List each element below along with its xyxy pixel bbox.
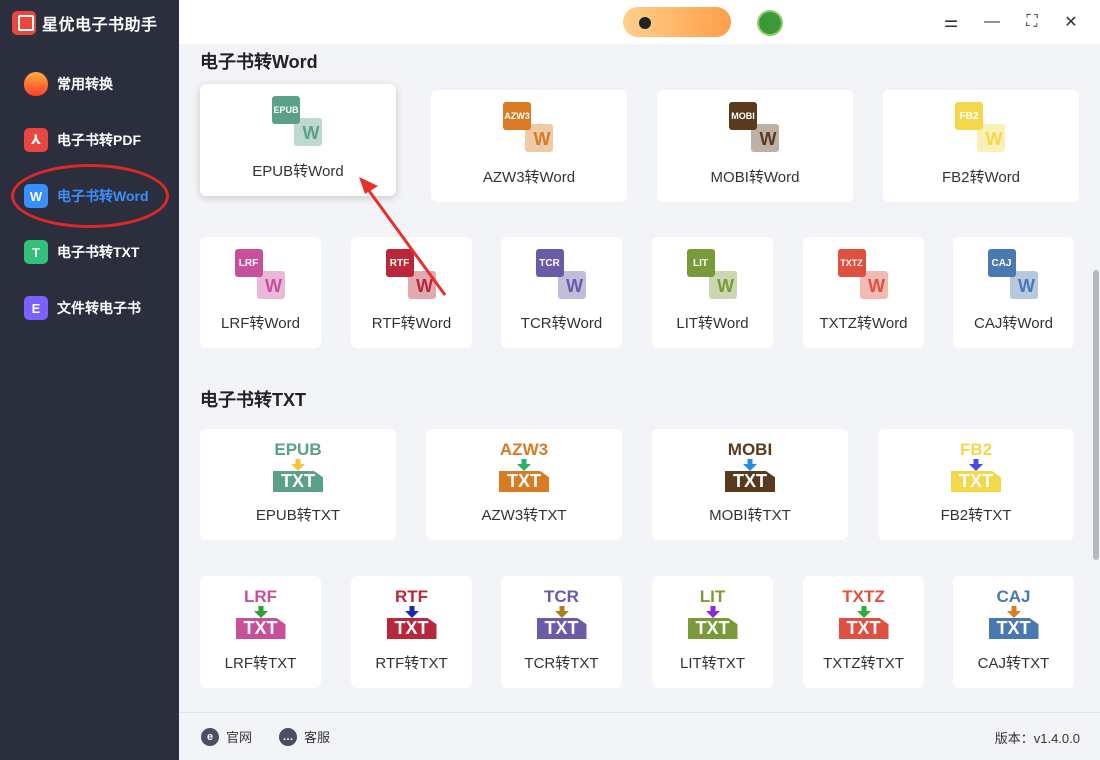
card-label: MOBI转TXT: [709, 507, 791, 524]
txt-card[interactable]: RTF TXT RTF转TXT: [351, 576, 472, 688]
section-title-txt: 电子书转TXT: [200, 390, 306, 410]
card-label: RTF转Word: [371, 315, 452, 332]
service-label: 客服: [304, 730, 331, 745]
sidebar-item-3[interactable]: T 电子书转TXT: [0, 224, 179, 280]
txt-card[interactable]: TCR TXT TCR转TXT: [501, 576, 622, 688]
website-label: 官网: [226, 730, 253, 745]
txt-card[interactable]: CAJ TXT CAJ转TXT: [953, 576, 1074, 688]
sidebar-item-label: 电子书转Word: [57, 188, 149, 204]
word-icon: W: [24, 184, 48, 208]
card-label: TCR转Word: [520, 315, 603, 332]
card-label: FB2转Word: [941, 169, 1021, 186]
main-content: 电子书转Word 电子书转TXT EPUB W EPUB转Word AZW3 W AZW3…: [179, 44, 1092, 712]
word-card[interactable]: RTF W RTF转Word: [351, 237, 472, 348]
word-card[interactable]: LIT W LIT转Word: [652, 237, 773, 348]
txt-card[interactable]: TXTZ TXT TXTZ转TXT: [803, 576, 924, 688]
sidebar-item-label: 文件转电子书: [57, 300, 141, 316]
card-label: MOBI转Word: [710, 169, 800, 186]
app-brand: 星优电子书助手: [12, 10, 158, 36]
txt-card[interactable]: FB2 TXT FB2转TXT: [878, 429, 1074, 540]
card-label: LRF转Word: [221, 315, 300, 332]
word-card[interactable]: FB2 W FB2转Word: [883, 90, 1079, 202]
sidebar-item-label: 电子书转PDF: [57, 132, 141, 148]
maximize-button[interactable]: ⛶: [1022, 12, 1042, 32]
card-label: CAJ转TXT: [977, 655, 1050, 672]
word-card[interactable]: TXTZ W TXTZ转Word: [803, 237, 924, 348]
card-label: LRF转TXT: [224, 655, 297, 672]
word-card[interactable]: TCR W TCR转Word: [501, 237, 622, 348]
app-title: 星优电子书助手: [42, 17, 158, 34]
card-label: EPUB转TXT: [255, 507, 341, 524]
format-to-word-icon: AZW3 W: [503, 102, 555, 152]
format-to-txt-icon: AZW3 TXT: [499, 440, 549, 492]
format-to-word-icon: MOBI W: [729, 102, 781, 152]
format-to-txt-icon: CAJ TXT: [987, 587, 1041, 643]
card-label: LIT转TXT: [679, 655, 745, 672]
user-avatar[interactable]: [757, 10, 783, 36]
pdf-icon: ⅄: [24, 128, 48, 152]
txt-card[interactable]: LIT TXT LIT转TXT: [652, 576, 773, 688]
close-button[interactable]: ✕: [1061, 12, 1081, 32]
txt-icon: T: [24, 240, 48, 264]
word-card[interactable]: CAJ W CAJ转Word: [953, 237, 1074, 348]
flame-icon: [24, 72, 48, 96]
format-to-txt-icon: TXTZ TXT: [837, 587, 891, 643]
card-label: TXTZ转Word: [819, 315, 908, 332]
sidebar-item-1[interactable]: ⅄ 电子书转PDF: [0, 112, 179, 168]
word-card[interactable]: AZW3 W AZW3转Word: [431, 90, 627, 202]
section-title-word: 电子书转Word: [200, 52, 318, 72]
customer-service-link[interactable]: … 客服: [279, 727, 330, 746]
card-label: TCR转TXT: [524, 655, 599, 672]
txt-card[interactable]: EPUB TXT EPUB转TXT: [200, 429, 396, 540]
sidebar-item-4[interactable]: E 文件转电子书: [0, 280, 179, 336]
minimize-button[interactable]: —: [982, 12, 1002, 32]
scrollbar-thumb[interactable]: [1093, 270, 1099, 560]
format-to-word-icon: TCR W: [535, 249, 588, 299]
format-to-word-icon: LRF W: [234, 249, 287, 299]
word-card[interactable]: EPUB W EPUB转Word: [200, 84, 396, 196]
sidebar-item-label: 常用转换: [57, 76, 113, 92]
website-link[interactable]: e 官网: [201, 727, 252, 746]
format-to-word-icon: TXTZ W: [837, 249, 890, 299]
sidebar: 星优电子书助手 常用转换 ⅄ 电子书转PDF W 电子书转Word T 电子书转TXT E 文件…: [0, 0, 179, 760]
card-label: RTF转TXT: [375, 655, 448, 672]
promo-button[interactable]: [623, 7, 731, 37]
word-card[interactable]: MOBI W MOBI转Word: [657, 90, 853, 202]
txt-card[interactable]: MOBI TXT MOBI转TXT: [652, 429, 848, 540]
format-to-txt-icon: LIT TXT: [686, 587, 740, 643]
card-label: CAJ转Word: [974, 315, 1053, 332]
promo-icon: [639, 17, 651, 29]
format-to-word-icon: CAJ W: [987, 249, 1040, 299]
format-to-word-icon: RTF W: [385, 249, 438, 299]
footer: e 官网 … 客服 版本：v1.4.0.0: [179, 712, 1100, 760]
card-label: AZW3转Word: [482, 169, 576, 186]
top-bar: ⚌ — ⛶ ✕: [179, 0, 1100, 44]
ie-icon: e: [201, 727, 219, 746]
format-to-txt-icon: MOBI TXT: [723, 440, 777, 496]
ebook-icon: E: [24, 296, 48, 320]
word-card[interactable]: LRF W LRF转Word: [200, 237, 321, 348]
txt-card[interactable]: AZW3 TXT AZW3转TXT: [426, 429, 622, 540]
format-to-word-icon: FB2 W: [955, 102, 1007, 152]
format-to-txt-icon: RTF TXT: [385, 587, 439, 643]
format-to-word-icon: LIT W: [686, 249, 739, 299]
format-to-txt-icon: FB2 TXT: [949, 440, 1003, 496]
format-to-txt-icon: TCR TXT: [535, 587, 589, 643]
settings-icon[interactable]: ⚌: [941, 12, 961, 32]
sidebar-item-2[interactable]: W 电子书转Word: [0, 168, 179, 224]
chat-icon: …: [279, 727, 297, 746]
txt-card[interactable]: LRF TXT LRF转TXT: [200, 576, 321, 688]
card-label: TXTZ转TXT: [823, 655, 904, 672]
format-to-word-icon: EPUB W: [272, 96, 324, 146]
version-label: 版本：v1.4.0.0: [994, 731, 1080, 746]
card-label: LIT转Word: [676, 315, 749, 332]
format-to-txt-icon: EPUB TXT: [273, 440, 323, 492]
card-label: EPUB转Word: [252, 163, 344, 180]
format-to-txt-icon: LRF TXT: [234, 587, 288, 643]
app-logo-icon: [12, 11, 36, 35]
card-label: FB2转TXT: [940, 507, 1012, 524]
card-label: AZW3转TXT: [481, 507, 567, 524]
sidebar-item-label: 电子书转TXT: [57, 244, 140, 260]
sidebar-item-0[interactable]: 常用转换: [0, 56, 179, 112]
